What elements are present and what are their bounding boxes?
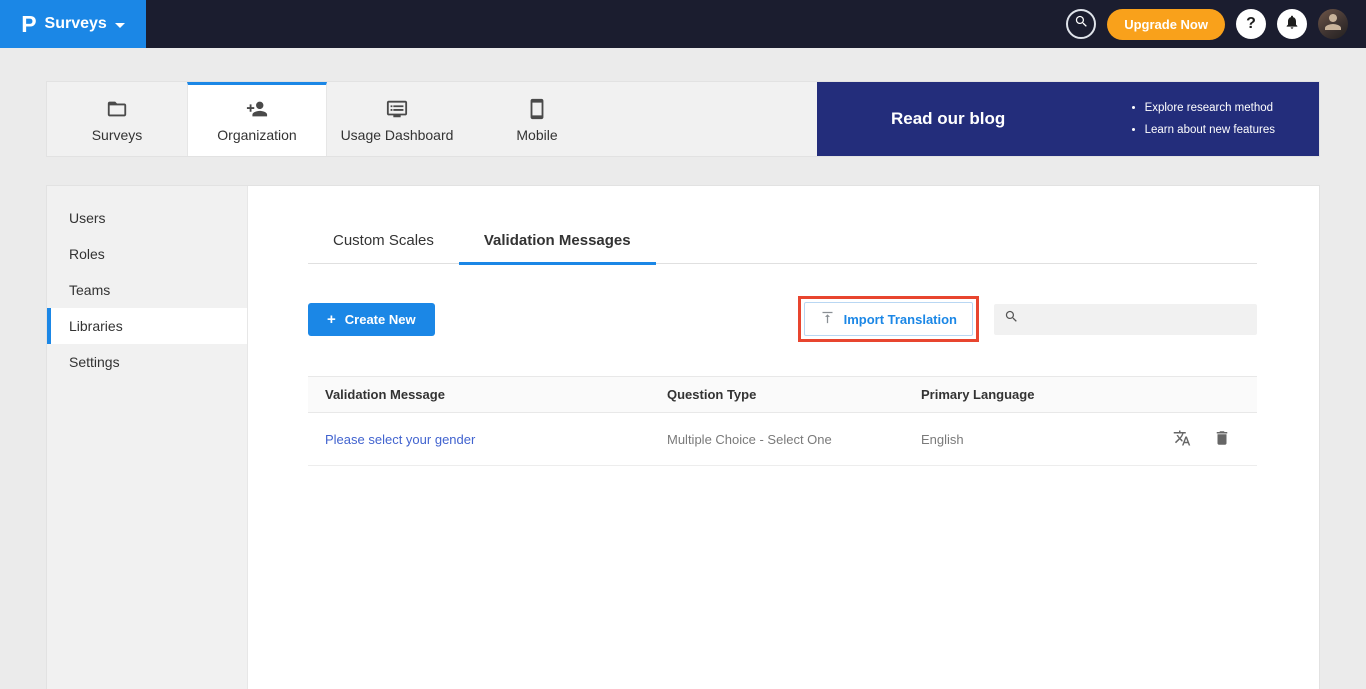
- validation-messages-table: Validation Message Question Type Primary…: [308, 376, 1257, 466]
- upgrade-now-button[interactable]: Upgrade Now: [1107, 9, 1225, 40]
- nav-tab-usage-dashboard[interactable]: Usage Dashboard: [327, 82, 467, 156]
- table-header-row: Validation Message Question Type Primary…: [308, 376, 1257, 413]
- sidebar-item-roles[interactable]: Roles: [47, 236, 247, 272]
- mobile-icon: [526, 98, 548, 120]
- banner-bullet: Learn about new features: [1145, 119, 1275, 141]
- validation-message-link[interactable]: Please select your gender: [325, 432, 667, 447]
- topbar-actions: Upgrade Now ?: [1066, 9, 1366, 40]
- question-mark-icon: ?: [1246, 15, 1256, 33]
- nav-tab-surveys[interactable]: Surveys: [47, 82, 187, 156]
- banner-bullets: Explore research method Learn about new …: [1131, 97, 1275, 142]
- settings-sidebar: Users Roles Teams Libraries Settings: [47, 186, 248, 689]
- app-logo-menu[interactable]: P Surveys: [0, 0, 146, 48]
- nav-tab-label: Mobile: [516, 127, 557, 143]
- topbar: P Surveys Upgrade Now ?: [0, 0, 1366, 48]
- person-icon: [1321, 10, 1345, 39]
- main-panel: Users Roles Teams Libraries Settings Cus…: [46, 185, 1320, 689]
- sidebar-item-users[interactable]: Users: [47, 200, 247, 236]
- primary-nav: Surveys Organization Usage Dashboard Mob…: [46, 81, 1320, 157]
- nav-tab-label: Organization: [217, 127, 296, 143]
- tab-validation-messages[interactable]: Validation Messages: [459, 232, 656, 265]
- product-name: Surveys: [45, 15, 107, 33]
- bell-icon: [1284, 14, 1300, 35]
- questionpro-logo-icon: P: [21, 13, 36, 36]
- nav-tab-label: Surveys: [92, 127, 143, 143]
- column-header-question-type: Question Type: [667, 387, 921, 402]
- trash-icon[interactable]: [1213, 429, 1231, 450]
- search-input[interactable]: [1026, 312, 1247, 327]
- tab-custom-scales[interactable]: Custom Scales: [308, 232, 459, 265]
- column-header-validation-message: Validation Message: [325, 387, 667, 402]
- search-button[interactable]: [1066, 9, 1096, 39]
- upload-icon: [820, 310, 835, 328]
- import-translation-label: Import Translation: [844, 312, 957, 327]
- avatar[interactable]: [1318, 9, 1348, 39]
- sidebar-item-settings[interactable]: Settings: [47, 344, 247, 380]
- notifications-button[interactable]: [1277, 9, 1307, 39]
- help-button[interactable]: ?: [1236, 9, 1266, 39]
- translate-icon[interactable]: [1173, 429, 1191, 450]
- search-icon: [1074, 14, 1089, 34]
- table-search: [994, 304, 1257, 335]
- toolbar: + Create New Import Translation: [308, 296, 1257, 342]
- plus-icon: +: [327, 312, 336, 327]
- question-type-cell: Multiple Choice - Select One: [667, 432, 921, 447]
- table-row: Please select your gender Multiple Choic…: [308, 413, 1257, 466]
- library-tabs: Custom Scales Validation Messages: [308, 232, 1257, 264]
- annotation-highlight: Import Translation: [798, 296, 979, 342]
- column-header-primary-language: Primary Language: [921, 387, 1127, 402]
- import-translation-button[interactable]: Import Translation: [804, 302, 973, 336]
- primary-language-cell: English: [921, 432, 1127, 447]
- nav-tab-label: Usage Dashboard: [341, 127, 454, 143]
- row-actions: [1127, 429, 1257, 450]
- libraries-content: Custom Scales Validation Messages + Crea…: [248, 186, 1319, 689]
- banner-bullet: Explore research method: [1145, 97, 1275, 119]
- create-new-label: Create New: [345, 312, 416, 327]
- nav-tab-mobile[interactable]: Mobile: [467, 82, 607, 156]
- nav-tab-organization[interactable]: Organization: [187, 82, 327, 156]
- create-new-button[interactable]: + Create New: [308, 303, 435, 336]
- banner-title: Read our blog: [891, 109, 1005, 129]
- blog-banner[interactable]: Read our blog Explore research method Le…: [817, 82, 1319, 156]
- folder-icon: [106, 98, 128, 120]
- search-icon: [1004, 309, 1019, 329]
- person-add-icon: [246, 98, 268, 120]
- dashboard-icon: [386, 98, 408, 120]
- sidebar-item-teams[interactable]: Teams: [47, 272, 247, 308]
- chevron-down-icon: [115, 23, 125, 28]
- sidebar-item-libraries[interactable]: Libraries: [47, 308, 247, 344]
